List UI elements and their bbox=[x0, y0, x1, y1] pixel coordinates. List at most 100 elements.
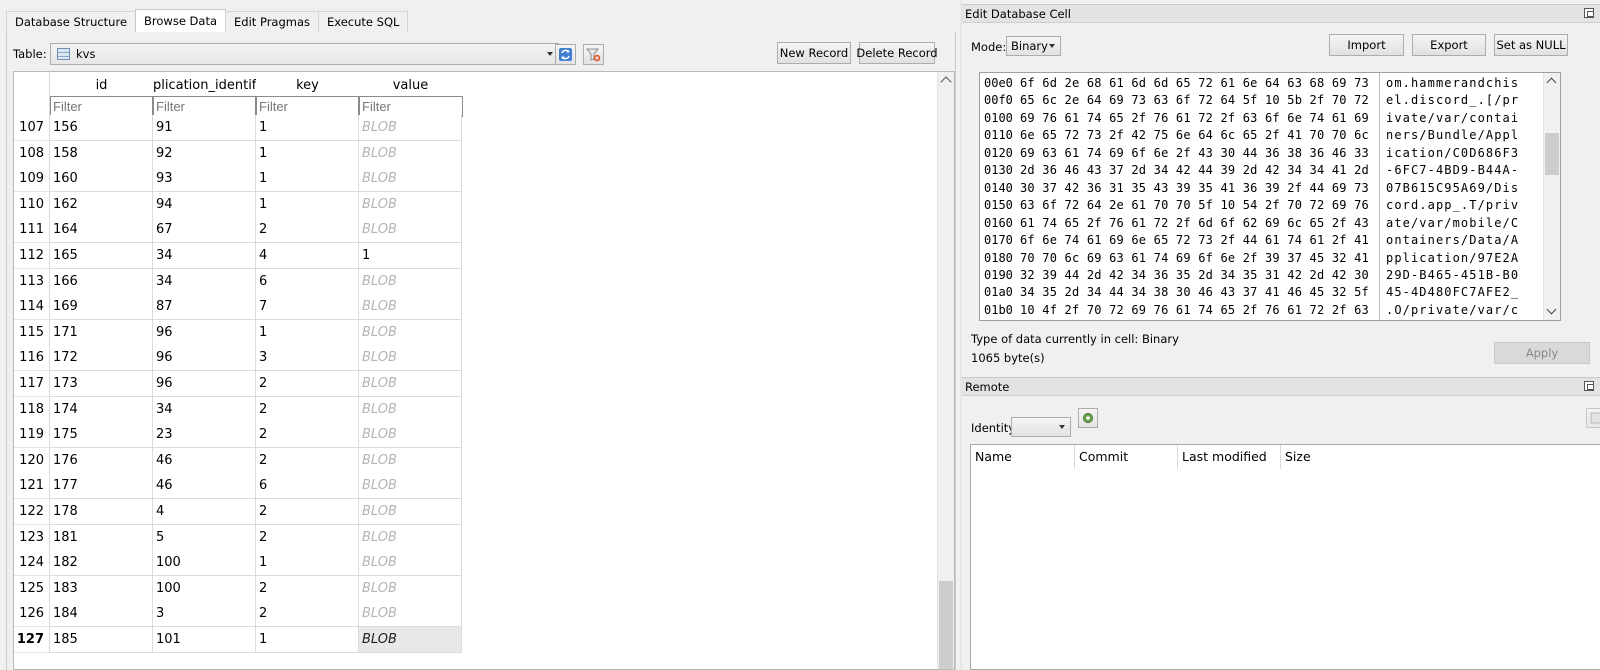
cell-value[interactable]: BLOB bbox=[359, 371, 462, 397]
cell-key[interactable]: 2 bbox=[256, 371, 359, 397]
cell-application-identifier[interactable]: 67 bbox=[153, 217, 256, 244]
cell-application-identifier[interactable]: 92 bbox=[153, 140, 256, 167]
cell-value[interactable]: BLOB bbox=[359, 115, 462, 141]
cell-application-identifier[interactable]: 96 bbox=[153, 371, 256, 397]
cell-application-identifier[interactable]: 94 bbox=[153, 191, 256, 218]
remote-column-name[interactable]: Name bbox=[971, 445, 1075, 469]
table-row[interactable]: 113 166 34 6 BLOB bbox=[14, 268, 476, 295]
tab-database-structure[interactable]: Database Structure bbox=[6, 11, 137, 32]
cell-id[interactable]: 164 bbox=[50, 217, 153, 244]
row-number[interactable]: 117 bbox=[14, 371, 50, 397]
cell-key[interactable]: 1 bbox=[256, 191, 359, 218]
cell-value[interactable]: BLOB bbox=[359, 319, 462, 346]
cell-id[interactable]: 176 bbox=[50, 447, 153, 474]
cell-id[interactable]: 184 bbox=[50, 601, 153, 628]
cell-value[interactable]: BLOB bbox=[359, 473, 462, 500]
cell-application-identifier[interactable]: 5 bbox=[153, 524, 256, 551]
cell-id[interactable]: 185 bbox=[50, 627, 153, 653]
refresh-button[interactable] bbox=[555, 44, 576, 65]
table-row[interactable]: 109 160 93 1 BLOB bbox=[14, 166, 476, 193]
mode-select[interactable]: Binary bbox=[1006, 36, 1061, 56]
table-row[interactable]: 116 172 96 3 BLOB bbox=[14, 345, 476, 372]
hex-editor[interactable]: 00e0 6f 6d 2e 68 61 6d 6d 65 72 61 6e 64 … bbox=[979, 72, 1561, 321]
cell-key[interactable]: 1 bbox=[256, 140, 359, 167]
cell-key[interactable]: 1 bbox=[256, 627, 359, 653]
row-number[interactable]: 112 bbox=[14, 243, 50, 269]
column-header-application-identifier[interactable]: plication_identif bbox=[153, 72, 256, 96]
row-number[interactable]: 110 bbox=[14, 191, 50, 218]
scrollbar-thumb[interactable] bbox=[939, 581, 953, 669]
remote-column-last-modified[interactable]: Last modified bbox=[1178, 445, 1281, 469]
table-row[interactable]: 117 173 96 2 BLOB bbox=[14, 371, 476, 397]
cell-key[interactable]: 4 bbox=[256, 243, 359, 269]
cell-key[interactable]: 3 bbox=[256, 345, 359, 372]
cell-application-identifier[interactable]: 87 bbox=[153, 294, 256, 321]
table-row[interactable]: 121 177 46 6 BLOB bbox=[14, 473, 476, 500]
cell-application-identifier[interactable]: 96 bbox=[153, 345, 256, 372]
add-identity-button[interactable] bbox=[1078, 408, 1098, 428]
cell-application-identifier[interactable]: 46 bbox=[153, 473, 256, 500]
cell-value[interactable]: BLOB bbox=[359, 627, 462, 653]
row-number[interactable]: 125 bbox=[14, 575, 50, 602]
cell-id[interactable]: 173 bbox=[50, 371, 153, 397]
push-button[interactable] bbox=[1586, 408, 1600, 428]
undock-icon[interactable] bbox=[1584, 381, 1594, 391]
row-number[interactable]: 120 bbox=[14, 447, 50, 474]
table-row[interactable]: 119 175 23 2 BLOB bbox=[14, 422, 476, 449]
cell-value[interactable]: BLOB bbox=[359, 268, 462, 295]
cell-value[interactable]: BLOB bbox=[359, 422, 462, 449]
cell-id[interactable]: 165 bbox=[50, 243, 153, 269]
undock-icon[interactable] bbox=[1584, 8, 1594, 18]
cell-value[interactable]: BLOB bbox=[359, 575, 462, 602]
table-row[interactable]: 125 183 100 2 BLOB bbox=[14, 575, 476, 602]
row-number[interactable]: 124 bbox=[14, 550, 50, 577]
hex-vertical-scrollbar[interactable] bbox=[1543, 73, 1560, 320]
cell-key[interactable]: 2 bbox=[256, 447, 359, 474]
cell-application-identifier[interactable]: 101 bbox=[153, 627, 256, 653]
remote-column-size[interactable]: Size bbox=[1281, 445, 1384, 469]
cell-application-identifier[interactable]: 100 bbox=[153, 550, 256, 577]
tab-browse-data[interactable]: Browse Data bbox=[135, 9, 227, 32]
new-record-button[interactable]: New Record bbox=[777, 42, 851, 64]
filter-input-id[interactable] bbox=[50, 96, 153, 117]
table-row[interactable]: 111 164 67 2 BLOB bbox=[14, 217, 476, 244]
cell-id[interactable]: 160 bbox=[50, 166, 153, 193]
cell-value[interactable]: BLOB bbox=[359, 217, 462, 244]
cell-application-identifier[interactable]: 91 bbox=[153, 115, 256, 141]
set-as-null-button[interactable]: Set as NULL bbox=[1494, 34, 1568, 56]
column-header-key[interactable]: key bbox=[256, 72, 359, 96]
cell-value[interactable]: BLOB bbox=[359, 499, 462, 525]
row-number[interactable]: 122 bbox=[14, 499, 50, 525]
cell-key[interactable]: 6 bbox=[256, 268, 359, 295]
cell-application-identifier[interactable]: 34 bbox=[153, 268, 256, 295]
table-row[interactable]: 118 174 34 2 BLOB bbox=[14, 396, 476, 423]
column-header-id[interactable]: id bbox=[50, 72, 153, 96]
scroll-up-icon[interactable] bbox=[940, 76, 952, 88]
cell-id[interactable]: 182 bbox=[50, 550, 153, 577]
cell-value[interactable]: BLOB bbox=[359, 447, 462, 474]
cell-id[interactable]: 178 bbox=[50, 499, 153, 525]
cell-key[interactable]: 2 bbox=[256, 575, 359, 602]
row-number[interactable]: 114 bbox=[14, 294, 50, 321]
table-row[interactable]: 126 184 3 2 BLOB bbox=[14, 601, 476, 628]
scrollbar-thumb[interactable] bbox=[1545, 133, 1559, 175]
cell-application-identifier[interactable]: 93 bbox=[153, 166, 256, 193]
table-row[interactable]: 115 171 96 1 BLOB bbox=[14, 319, 476, 346]
table-select[interactable]: kvs bbox=[50, 43, 559, 65]
cell-value[interactable]: BLOB bbox=[359, 550, 462, 577]
row-number[interactable]: 119 bbox=[14, 422, 50, 449]
filter-input-key[interactable] bbox=[256, 96, 359, 117]
remote-column-commit[interactable]: Commit bbox=[1075, 445, 1178, 469]
cell-id[interactable]: 162 bbox=[50, 191, 153, 218]
cell-id[interactable]: 172 bbox=[50, 345, 153, 372]
cell-key[interactable]: 2 bbox=[256, 217, 359, 244]
cell-value[interactable]: BLOB bbox=[359, 396, 462, 423]
cell-value[interactable]: BLOB bbox=[359, 166, 462, 193]
cell-id[interactable]: 181 bbox=[50, 524, 153, 551]
cell-application-identifier[interactable]: 96 bbox=[153, 319, 256, 346]
cell-value[interactable]: BLOB bbox=[359, 524, 462, 551]
filter-input-value[interactable] bbox=[359, 96, 463, 117]
cell-key[interactable]: 1 bbox=[256, 550, 359, 577]
row-number[interactable]: 115 bbox=[14, 319, 50, 346]
clear-filters-button[interactable] bbox=[583, 44, 604, 65]
